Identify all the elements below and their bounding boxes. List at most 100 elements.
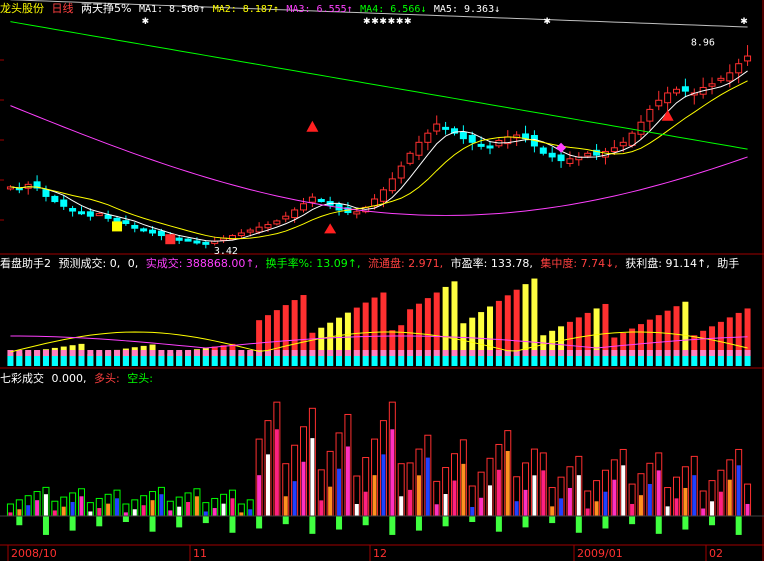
volume-fill-bar bbox=[541, 470, 546, 516]
volume-fill-bar bbox=[221, 503, 226, 516]
turnover-mid-bar bbox=[602, 350, 609, 356]
ma5-value: MA5: 9.363↓ bbox=[433, 4, 501, 15]
volume-fill-bar bbox=[603, 491, 608, 516]
turnover-mid-bar bbox=[726, 350, 733, 356]
turnover-mid-bar bbox=[34, 350, 41, 356]
signal-star: ✱ bbox=[396, 17, 404, 27]
volume-fill-bar bbox=[594, 501, 599, 516]
buy-triangle bbox=[661, 109, 674, 121]
signal-diamond bbox=[556, 142, 567, 153]
turnover-mid-bar bbox=[291, 350, 298, 356]
volume-fill-bar bbox=[425, 457, 430, 516]
turnover-mid-bar bbox=[389, 350, 396, 356]
volume-fill-bar bbox=[159, 494, 164, 516]
candle-up bbox=[610, 147, 618, 152]
volume-fill-bar bbox=[70, 501, 75, 516]
turnover-base-bar bbox=[362, 356, 369, 366]
turnover-mid-bar bbox=[167, 350, 174, 356]
indicator-title[interactable]: 看盘助手2 bbox=[0, 257, 51, 270]
volume-fill-bar bbox=[488, 485, 493, 516]
signal-star: ✱ bbox=[543, 17, 551, 27]
assistant-label: 助手 bbox=[717, 257, 740, 270]
turnover-mid-bar bbox=[336, 350, 343, 356]
turnover-base-bar bbox=[193, 356, 200, 366]
volume-fill-bar bbox=[399, 496, 404, 516]
turnover-base-bar bbox=[202, 356, 209, 366]
candle-down bbox=[442, 126, 450, 130]
candle-up bbox=[291, 209, 299, 219]
candle-up bbox=[664, 92, 672, 104]
signal-star: ✱ bbox=[371, 17, 379, 27]
volume-title[interactable]: 七彩成交 bbox=[0, 372, 44, 385]
turnover-base-bar bbox=[114, 356, 121, 366]
turnover-mid-bar bbox=[637, 350, 644, 356]
volume-bear-bar bbox=[362, 516, 369, 526]
profit-ratio: 获利盘: 91.14↑, bbox=[625, 257, 710, 270]
turnover-mid-bar bbox=[646, 350, 653, 356]
volume-fill-bar bbox=[470, 507, 475, 516]
volume-fill-bar bbox=[434, 504, 439, 516]
turnover-base-bar bbox=[575, 356, 582, 366]
volume-fill-bar bbox=[523, 489, 528, 516]
turnover-base-bar bbox=[673, 356, 680, 366]
candle-up bbox=[273, 220, 281, 225]
turnover-mid-bar bbox=[131, 350, 138, 356]
volume-bear-bar bbox=[495, 516, 502, 532]
turnover-mid-bar bbox=[229, 350, 236, 356]
volume-fill-bar bbox=[88, 511, 93, 516]
signal-star: ✱ bbox=[740, 17, 748, 27]
signal-square bbox=[112, 221, 123, 232]
turnover-mid-bar bbox=[451, 350, 458, 356]
volume-fill-bar bbox=[727, 479, 732, 516]
turnover-base-bar bbox=[229, 356, 236, 366]
period-label[interactable]: 日线 bbox=[52, 2, 74, 15]
turnover-base-bar bbox=[42, 356, 49, 366]
turnover-base-bar bbox=[744, 356, 751, 366]
candle-up bbox=[655, 99, 663, 107]
volume-fill-bar bbox=[292, 481, 297, 516]
turnover-base-bar bbox=[629, 356, 636, 366]
turnover-base-bar bbox=[549, 356, 556, 366]
turnover-base-bar bbox=[69, 356, 76, 366]
candle-up bbox=[308, 196, 316, 203]
turnover-base-bar bbox=[185, 356, 192, 366]
ma1-value: MA1: 8.560↑ bbox=[138, 4, 206, 15]
turnover-mid-bar bbox=[424, 350, 431, 356]
turnover-mid-bar bbox=[309, 350, 316, 356]
candle-up bbox=[237, 232, 245, 237]
volume-bear-bar bbox=[655, 516, 662, 534]
turnover-base-bar bbox=[469, 356, 476, 366]
turnover-mid-bar bbox=[495, 350, 502, 356]
volume-fill-bar bbox=[363, 491, 368, 516]
turnover-mid-bar bbox=[69, 350, 76, 356]
candle-up bbox=[264, 224, 272, 229]
formula-name[interactable]: 两天挣5% bbox=[81, 2, 131, 15]
turnover-mid-bar bbox=[140, 350, 147, 356]
volume-fill-bar bbox=[283, 496, 288, 516]
turnover-mid-bar bbox=[478, 350, 485, 356]
turnover-base-bar bbox=[504, 356, 511, 366]
turnover-mid-bar bbox=[176, 350, 183, 356]
turnover-mid-bar bbox=[300, 350, 307, 356]
volume-fill-bar bbox=[274, 429, 279, 516]
turnover-base-bar bbox=[593, 356, 600, 366]
candle-up bbox=[744, 55, 752, 62]
turnover-mid-bar bbox=[87, 350, 94, 356]
turnover-mid-bar bbox=[149, 350, 156, 356]
volume-value: 0.000, bbox=[51, 372, 87, 385]
volume-fill-bar bbox=[186, 501, 191, 516]
turnover-base-bar bbox=[309, 356, 316, 366]
turnover-base-bar bbox=[664, 356, 671, 366]
turnover-base-bar bbox=[620, 356, 627, 366]
volume-fill-bar bbox=[638, 495, 643, 516]
signal-star: ✱ bbox=[142, 17, 150, 27]
volume-fill-bar bbox=[479, 497, 484, 516]
volume-bear-bar bbox=[122, 516, 129, 522]
volume-bear-bar bbox=[415, 516, 422, 531]
turnover-mid-bar bbox=[344, 350, 351, 356]
turnover-base-bar bbox=[291, 356, 298, 366]
indicator-panel-header: 看盘助手2 预测成交: 0, 0, 实成交: 388868.00↑, 换手率%:… bbox=[0, 256, 764, 271]
ma2-line bbox=[10, 80, 748, 240]
turnover-base-bar bbox=[353, 356, 360, 366]
stock-name[interactable]: 龙头股份 bbox=[0, 2, 44, 15]
